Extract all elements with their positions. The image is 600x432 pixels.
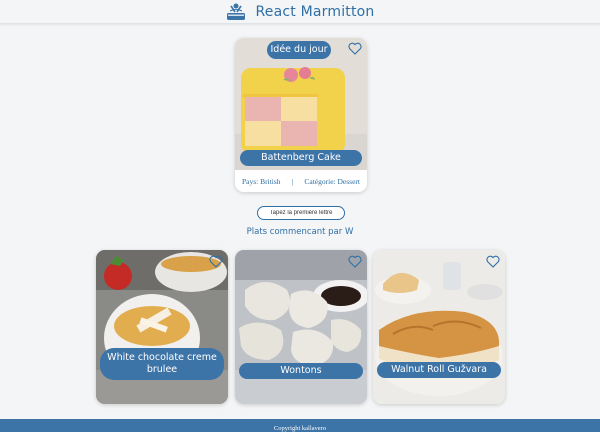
copyright-text: Copyright kallavero: [273, 425, 327, 432]
recipe-name: Walnut Roll Gužvara: [377, 362, 501, 378]
app-title: React Marmitton: [255, 3, 375, 20]
country-label: Pays: British: [242, 176, 281, 186]
recipe-image: [373, 250, 505, 404]
featured-recipe-meta: Pays: British | Catégorie: Dessert: [235, 170, 367, 192]
featured-recipe-card[interactable]: Idée du jour Battenberg Cake Pays: Briti…: [235, 38, 367, 192]
recipe-card[interactable]: White chocolate creme brulee: [96, 250, 228, 404]
recipe-image: [235, 250, 367, 404]
heart-outline-icon[interactable]: [348, 255, 362, 268]
recipe-name: Wontons: [239, 363, 363, 379]
results-title: Plats commencant par W: [246, 227, 354, 237]
category-label: Catégorie: Dessert: [304, 176, 360, 186]
meta-separator: |: [291, 176, 294, 186]
footer: Copyright kallavero: [0, 419, 600, 432]
heart-outline-icon[interactable]: [209, 255, 223, 268]
app-header: React Marmitton: [0, 0, 600, 24]
featured-recipe-name: Battenberg Cake: [240, 150, 362, 166]
search-input[interactable]: [257, 206, 345, 220]
heart-outline-icon[interactable]: [486, 255, 500, 268]
heart-outline-icon[interactable]: [348, 42, 362, 55]
recipe-card[interactable]: Wontons: [235, 250, 367, 404]
idea-of-day-badge: Idée du jour: [267, 41, 331, 59]
recipe-name: White chocolate creme brulee: [100, 348, 224, 380]
recipe-card[interactable]: Walnut Roll Gužvara: [373, 250, 505, 404]
chef-logo-icon[interactable]: [225, 2, 247, 22]
recipe-image: [96, 250, 228, 404]
